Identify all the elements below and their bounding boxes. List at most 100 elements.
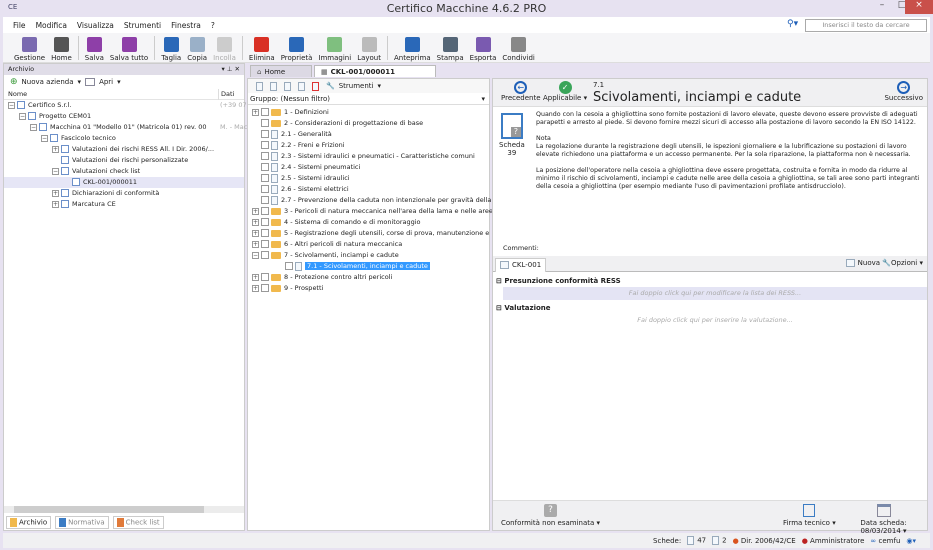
- toolbar-button-home[interactable]: Home: [48, 34, 75, 62]
- checklist-item[interactable]: +9 - Prospetti: [252, 283, 489, 294]
- section-valutazione-header[interactable]: ⊟ Valutazione: [496, 304, 551, 312]
- archive-tree-node[interactable]: + Valutazioni dei rischi RESS All. I Dir.…: [4, 144, 244, 155]
- minimize-button[interactable]: –: [871, 0, 893, 14]
- next-button[interactable]: → Successivo: [884, 81, 923, 102]
- archive-tree-node[interactable]: + Dichiarazioni di conformità: [4, 188, 244, 199]
- group-filter-select[interactable]: (Nessun filtro): [281, 95, 331, 103]
- directive[interactable]: Dir. 2006/42/CE: [741, 537, 796, 545]
- column-data[interactable]: Dati: [218, 89, 234, 100]
- column-name[interactable]: Nome: [8, 90, 27, 98]
- ress-list-area[interactable]: Fai doppio click qui per modificare la l…: [503, 287, 927, 300]
- tab-ckl-001[interactable]: CKL-001: [495, 258, 547, 272]
- checkbox[interactable]: [261, 152, 269, 160]
- archive-tree-node[interactable]: − Certifico S.r.l. (+39 075: [4, 100, 251, 111]
- checkbox[interactable]: [261, 229, 269, 237]
- check-error-icon[interactable]: [298, 81, 305, 91]
- link[interactable]: cemfu: [879, 537, 901, 545]
- menu-5[interactable]: ?: [211, 21, 215, 30]
- checklist-item[interactable]: 2.3 - Sistemi idraulici e pneumatici - C…: [252, 151, 489, 162]
- checkbox[interactable]: [261, 196, 269, 204]
- checklist-item[interactable]: −7 - Scivolamenti, inciampi e cadute: [252, 250, 489, 261]
- options-button[interactable]: Opzioni: [891, 259, 917, 267]
- section-ress-header[interactable]: ⊟ Presunzione conformità RESS: [496, 277, 621, 285]
- toolbar-button-save[interactable]: Salva: [82, 34, 107, 62]
- search-input[interactable]: Inserisci il testo da cercare: [805, 19, 927, 32]
- checklist-item[interactable]: 2.2 - Freni e Frizioni: [252, 140, 489, 151]
- archive-tree-node[interactable]: − Fascicolo tecnico: [4, 133, 244, 144]
- checkbox[interactable]: [261, 251, 269, 259]
- view-icon[interactable]: [256, 81, 263, 91]
- toolbar-button-export[interactable]: Esporta: [467, 34, 500, 62]
- bottom-tab-2[interactable]: Check list: [112, 516, 164, 529]
- signature-button[interactable]: Firma tecnico ▾: [783, 504, 836, 527]
- archive-tree-node[interactable]: + Marcatura CE: [4, 199, 244, 210]
- toolbar-button-preview[interactable]: Anteprima: [391, 34, 434, 62]
- checkbox[interactable]: [261, 163, 269, 171]
- archive-tree-node[interactable]: CKL-001/000011: [4, 177, 244, 188]
- new-button[interactable]: Nuova: [858, 259, 880, 267]
- close-button[interactable]: ×: [905, 0, 933, 14]
- new-company-button[interactable]: Nuova azienda: [22, 78, 74, 86]
- checkbox[interactable]: [261, 207, 269, 215]
- archive-tree-node[interactable]: − Macchina 01 "Modello 01" (Matricola 01)…: [4, 122, 251, 133]
- checklist-item[interactable]: +4 - Sistema di comando e di monitoraggi…: [252, 217, 489, 228]
- archive-tree-node[interactable]: − Progetto CEM01: [4, 111, 244, 122]
- menu-4[interactable]: Finestra: [171, 21, 201, 30]
- archive-tree-node[interactable]: Valutazioni dei rischi personalizzate: [4, 155, 244, 166]
- toolbar-button-copy[interactable]: Copia: [184, 34, 210, 62]
- checkbox[interactable]: [285, 262, 293, 270]
- checklist-item[interactable]: 2.1 - Generalità: [252, 129, 489, 140]
- menu-2[interactable]: Visualizza: [77, 21, 114, 30]
- bottom-tab-1[interactable]: Normativa: [55, 516, 109, 529]
- checkbox[interactable]: [261, 284, 269, 292]
- toolbar-button-print[interactable]: Stampa: [434, 34, 467, 62]
- user[interactable]: Amministratore: [810, 537, 864, 545]
- checklist-item[interactable]: 2.4 - Sistemi pneumatici: [252, 162, 489, 173]
- checkbox[interactable]: [261, 240, 269, 248]
- toolbar-button-image[interactable]: Immagini: [315, 34, 354, 62]
- menu-0[interactable]: File: [13, 21, 26, 30]
- doc-tab-1[interactable]: ▦CKL-001/000011 (Check...✕: [314, 65, 436, 88]
- previous-button[interactable]: ← Precedente: [501, 81, 541, 102]
- checkbox[interactable]: [261, 273, 269, 281]
- checklist-item[interactable]: 7.1 - Scivolamenti, inciampi e cadute: [252, 261, 489, 272]
- checklist-item[interactable]: +1 - Definizioni: [252, 107, 489, 118]
- checklist-item[interactable]: 2 - Considerazioni di progettazione di b…: [252, 118, 489, 129]
- checklist-item[interactable]: 2.5 - Sistemi idraulici: [252, 173, 489, 184]
- toolbar-button-layout[interactable]: Layout: [354, 34, 384, 62]
- checkbox[interactable]: [261, 218, 269, 226]
- menu-3[interactable]: Strumenti: [124, 21, 161, 30]
- checkbox[interactable]: [261, 141, 269, 149]
- open-button[interactable]: Apri: [99, 78, 113, 86]
- search-icon[interactable]: ⚲▾: [787, 19, 798, 29]
- checkbox[interactable]: [261, 108, 269, 116]
- applicable-button[interactable]: ✓ Applicabile ▾: [543, 81, 587, 102]
- checklist-item[interactable]: 2.6 - Sistemi elettrici: [252, 184, 489, 195]
- checklist-item[interactable]: +6 - Altri pericoli di natura meccanica: [252, 239, 489, 250]
- bottom-tab-0[interactable]: Archivio: [6, 516, 52, 529]
- panel-pin-close-icon[interactable]: ▾ ⊥ ✕: [221, 64, 244, 75]
- checkbox[interactable]: [261, 174, 269, 182]
- toolbar-button-save-all[interactable]: Salva tutto: [107, 34, 151, 62]
- date-button[interactable]: Data scheda: 08/03/2014 ▾: [840, 504, 927, 535]
- checkbox[interactable]: [261, 119, 269, 127]
- tools-menu[interactable]: Strumenti: [339, 82, 374, 90]
- language-icon[interactable]: ◉▾: [906, 537, 916, 545]
- clear-icon[interactable]: [312, 81, 319, 91]
- check-ok-icon[interactable]: [284, 81, 291, 91]
- toolbar-button-delete[interactable]: Elimina: [246, 34, 278, 62]
- archive-tree-node[interactable]: − Valutazioni check list: [4, 166, 244, 177]
- toolbar-button-paste[interactable]: Incolla: [210, 34, 239, 62]
- toolbar-button-mail[interactable]: Condividi: [499, 34, 537, 62]
- toolbar-button-cut[interactable]: Taglia: [158, 34, 184, 62]
- menu-1[interactable]: Modifica: [36, 21, 67, 30]
- checkbox[interactable]: [261, 130, 269, 138]
- horizontal-scrollbar[interactable]: [4, 506, 244, 513]
- doc-tab-0[interactable]: ⌂ Home: [250, 65, 312, 77]
- toolbar-button-properties[interactable]: Proprietà: [278, 34, 316, 62]
- checklist-item[interactable]: +5 - Registrazione degli utensili, corse…: [252, 228, 518, 239]
- toolbar-button-calendar[interactable]: Gestione: [11, 34, 48, 62]
- checklist-item[interactable]: +8 - Protezione contro altri pericoli: [252, 272, 489, 283]
- checklist-item[interactable]: 2.7 - Prevenzione della caduta non inten…: [252, 195, 516, 206]
- conformity-button[interactable]: ? Conformità non esaminata ▾: [501, 504, 600, 527]
